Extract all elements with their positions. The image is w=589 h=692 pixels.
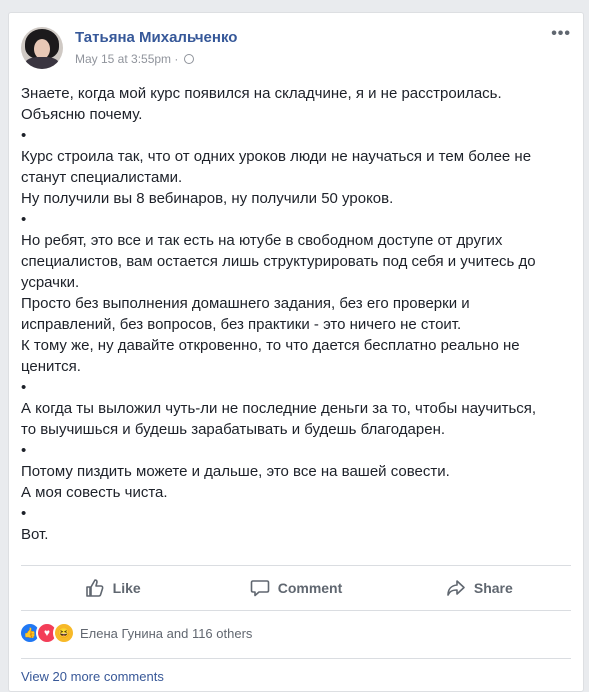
post-paragraph: Знаете, когда мой курс появился на склад… <box>21 85 502 123</box>
like-label: Like <box>112 580 141 596</box>
comment-button[interactable]: Comment <box>204 566 387 610</box>
share-arrow-icon <box>447 580 465 596</box>
meta-separator: · <box>174 52 179 66</box>
post-paragraph: А моя совесть чиста. <box>21 484 168 501</box>
post-paragraph: Курс строила так, что от одних уроков лю… <box>21 148 532 186</box>
post-paragraph: Просто без выполнения домашнего задания,… <box>21 295 470 333</box>
reactions-text[interactable]: Елена Гунина and 116 others <box>80 626 252 641</box>
comment-icon <box>250 580 270 597</box>
post-header: Татьяна Михальченко May 15 at 3:55pm · •… <box>21 26 571 73</box>
post-card: Татьяна Михальченко May 15 at 3:55pm · •… <box>8 12 584 692</box>
author-name[interactable]: Татьяна Михальченко <box>75 29 237 46</box>
post-paragraph: К тому же, ну давайте откровенно, то что… <box>21 337 520 375</box>
post-paragraph: Вот. <box>21 526 49 543</box>
reactions-summary[interactable]: 👍 ♥ 😆 Елена Гунина and 116 others <box>19 622 252 644</box>
share-button[interactable]: Share <box>388 566 571 610</box>
bullet-separator: • <box>21 505 27 522</box>
post-timestamp[interactable]: May 15 at 3:55pm <box>75 52 171 66</box>
author-avatar[interactable] <box>21 27 63 69</box>
post-paragraph: Но ребят, это все и так есть на ютубе в … <box>21 232 536 291</box>
bullet-separator: • <box>21 379 27 396</box>
haha-reaction-icon: 😆 <box>53 622 75 644</box>
post-paragraph: А когда ты выложил чуть-ли не последние … <box>21 400 537 438</box>
action-bar: Like Comment Share <box>21 565 571 611</box>
post-meta: May 15 at 3:55pm · <box>75 52 194 66</box>
bullet-separator: • <box>21 127 27 144</box>
bullet-separator: • <box>21 211 27 228</box>
post-paragraph: Ну получили вы 8 вебинаров, ну получили … <box>21 190 394 207</box>
post-paragraph: Потому пиздить можете и дальше, это все … <box>21 463 450 480</box>
share-label: Share <box>473 580 513 596</box>
thumbs-up-icon <box>85 579 104 597</box>
like-button[interactable]: Like <box>21 566 204 610</box>
globe-icon[interactable] <box>183 54 194 64</box>
view-more-comments-link[interactable]: View 20 more comments <box>21 669 164 684</box>
post-text: Знаете, когда мой курс появился на склад… <box>21 83 561 545</box>
bullet-separator: • <box>21 442 27 459</box>
more-options-icon[interactable]: ••• <box>551 26 571 42</box>
comments-divider <box>21 658 571 659</box>
comment-label: Comment <box>277 580 343 596</box>
